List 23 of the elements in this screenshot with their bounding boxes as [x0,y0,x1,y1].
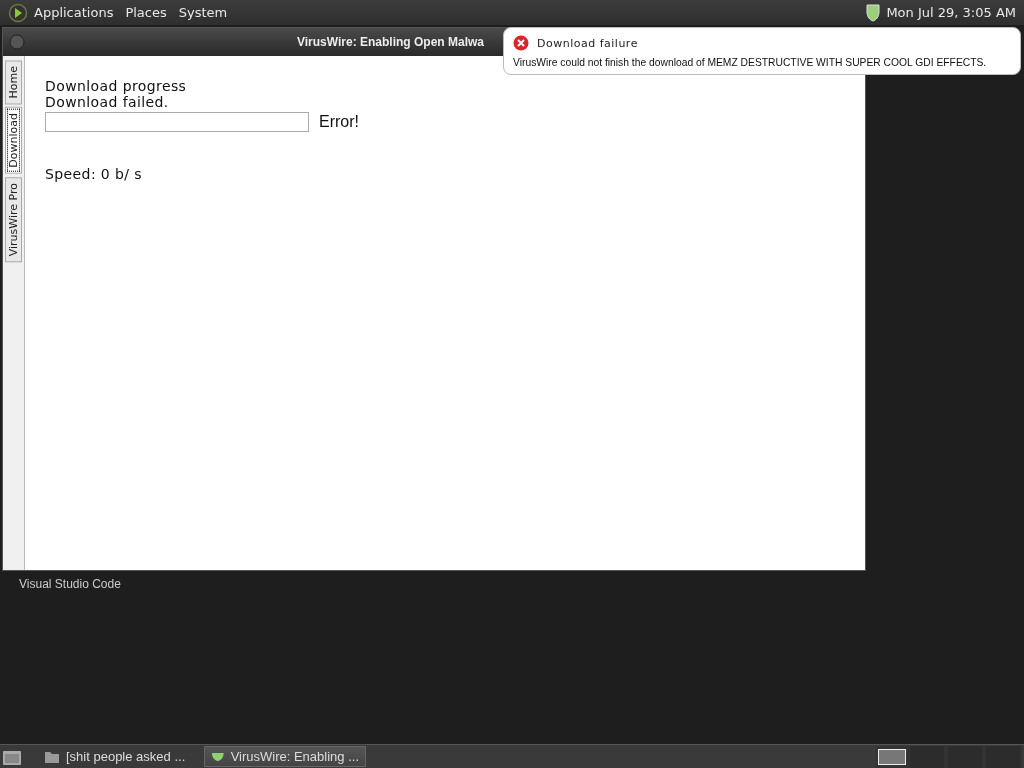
tab[interactable]: Download [5,107,22,175]
status-text: Download failed. [45,94,170,110]
workspace-switcher[interactable] [876,745,1022,768]
taskbar-button[interactable]: VirusWire: Enabling ... [204,746,366,767]
shield-icon [211,751,225,762]
shield-icon[interactable] [866,3,881,22]
section-heading: Download progress [45,78,188,94]
menu-item[interactable]: Places [119,5,173,20]
error-text: Error! [319,113,359,131]
window-title: VirusWire: Enabling Open Malwa [297,35,485,49]
error-icon [513,35,529,51]
taskbar-button[interactable]: [shit people asked ... [38,746,200,767]
tab[interactable]: Home [5,60,22,105]
notification-title: Download failure [537,36,638,50]
desktop-icon-label[interactable]: Visual Studio Code [19,577,121,591]
menu-item[interactable]: System [172,5,234,20]
clock[interactable]: Mon Jul 29, 3:05 AM [880,5,1016,20]
notification-message: VirusWire could not finish the download of MEMZ DESTRUCTIVE WITH SUPER COOL GDI EFFECTS. [513,57,988,68]
menu-logo-icon[interactable] [8,2,28,23]
tab[interactable]: VirusWire Pro [5,177,22,263]
speed-text: Speed: 0 b/ s [45,166,143,182]
folder-icon [44,749,60,764]
menu-item[interactable]: Applications [28,5,120,20]
